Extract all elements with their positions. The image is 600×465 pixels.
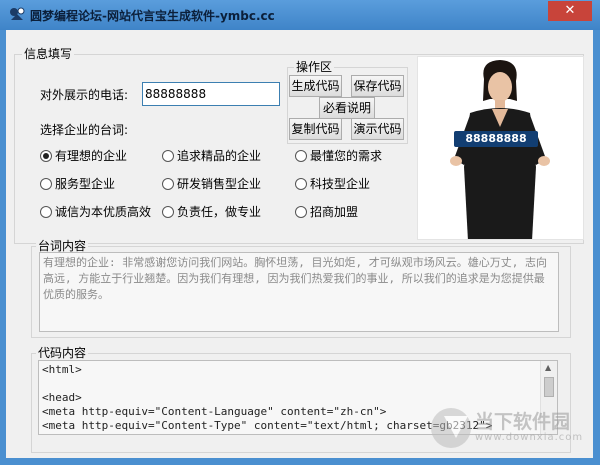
demo-code-button[interactable]: 演示代码 — [351, 118, 404, 140]
watermark-logo-icon — [431, 408, 471, 448]
generate-code-button[interactable]: 生成代码 — [289, 75, 342, 97]
app-logo-icon — [10, 7, 25, 20]
radio-unchecked-icon — [295, 206, 307, 218]
close-button[interactable]: ✕ — [548, 1, 592, 21]
radio-option-tech[interactable]: 科技型企业 — [295, 177, 370, 191]
title-bar[interactable]: 圆梦编程论坛-网站代言宝生成软件-ymbc.cc ✕ — [0, 0, 600, 30]
watermark-main-text: 当下软件园 — [475, 411, 571, 433]
watermark-sub-text: www.downxia.com — [475, 432, 584, 443]
copy-code-button[interactable]: 复制代码 — [289, 118, 342, 140]
radio-label: 科技型企业 — [310, 177, 371, 191]
save-code-button[interactable]: 保存代码 — [351, 75, 404, 97]
info-group-legend: 信息填写 — [22, 47, 75, 61]
radio-unchecked-icon — [295, 150, 307, 162]
code-content-legend: 代码内容 — [36, 346, 89, 360]
radio-option-quality[interactable]: 追求精品的企业 — [162, 149, 261, 163]
radio-option-franchise[interactable]: 招商加盟 — [295, 205, 358, 219]
close-icon: ✕ — [564, 3, 576, 18]
slogan-content-textarea[interactable]: 有理想的企业: 非常感谢您访问我们网站。胸怀坦荡, 目光如炬, 才可纵观市场风云… — [39, 252, 559, 332]
radio-option-service[interactable]: 服务型企业 — [40, 177, 115, 191]
radio-label: 诚信为本优质高效 — [55, 205, 152, 219]
help-button[interactable]: 必看说明 — [319, 97, 375, 119]
radio-label: 负责任，做专业 — [177, 205, 262, 219]
watermark: 当下软件园 www.downxia.com — [431, 408, 583, 448]
radio-unchecked-icon — [295, 178, 307, 190]
operations-legend: 操作区 — [294, 60, 335, 74]
radio-option-rnd-sales[interactable]: 研发销售型企业 — [162, 177, 261, 191]
radio-unchecked-icon — [162, 150, 174, 162]
main-panel: 信息填写 对外展示的电话: 选择企业的台词: 操作区 生成代码 保存代码 必看说… — [6, 30, 593, 458]
phone-label: 对外展示的电话: — [40, 88, 129, 102]
slogan-select-label: 选择企业的台词: — [40, 123, 129, 137]
radio-unchecked-icon — [162, 178, 174, 190]
spokesperson-figure-icon — [450, 60, 550, 239]
radio-label: 有理想的企业 — [55, 149, 128, 163]
radio-label: 研发销售型企业 — [177, 177, 262, 191]
slogan-content-legend: 台词内容 — [36, 239, 89, 253]
window-title: 圆梦编程论坛-网站代言宝生成软件-ymbc.cc — [30, 9, 275, 23]
radio-label: 服务型企业 — [55, 177, 116, 191]
radio-option-understands[interactable]: 最懂您的需求 — [295, 149, 382, 163]
radio-unchecked-icon — [40, 178, 52, 190]
phone-sign: 88888888 — [454, 131, 538, 147]
phone-input[interactable] — [142, 82, 280, 106]
radio-option-responsible[interactable]: 负责任，做专业 — [162, 205, 261, 219]
radio-checked-icon — [40, 150, 52, 162]
radio-label: 招商加盟 — [310, 205, 359, 219]
scroll-up-icon[interactable]: ▲ — [545, 363, 551, 372]
radio-unchecked-icon — [40, 206, 52, 218]
scroll-thumb[interactable] — [544, 377, 554, 397]
radio-option-integrity[interactable]: 诚信为本优质高效 — [40, 205, 151, 219]
spokesperson-preview: 88888888 — [417, 56, 584, 240]
radio-label: 追求精品的企业 — [177, 149, 262, 163]
radio-option-idealistic[interactable]: 有理想的企业 — [40, 149, 127, 163]
radio-unchecked-icon — [162, 206, 174, 218]
radio-label: 最懂您的需求 — [310, 149, 383, 163]
